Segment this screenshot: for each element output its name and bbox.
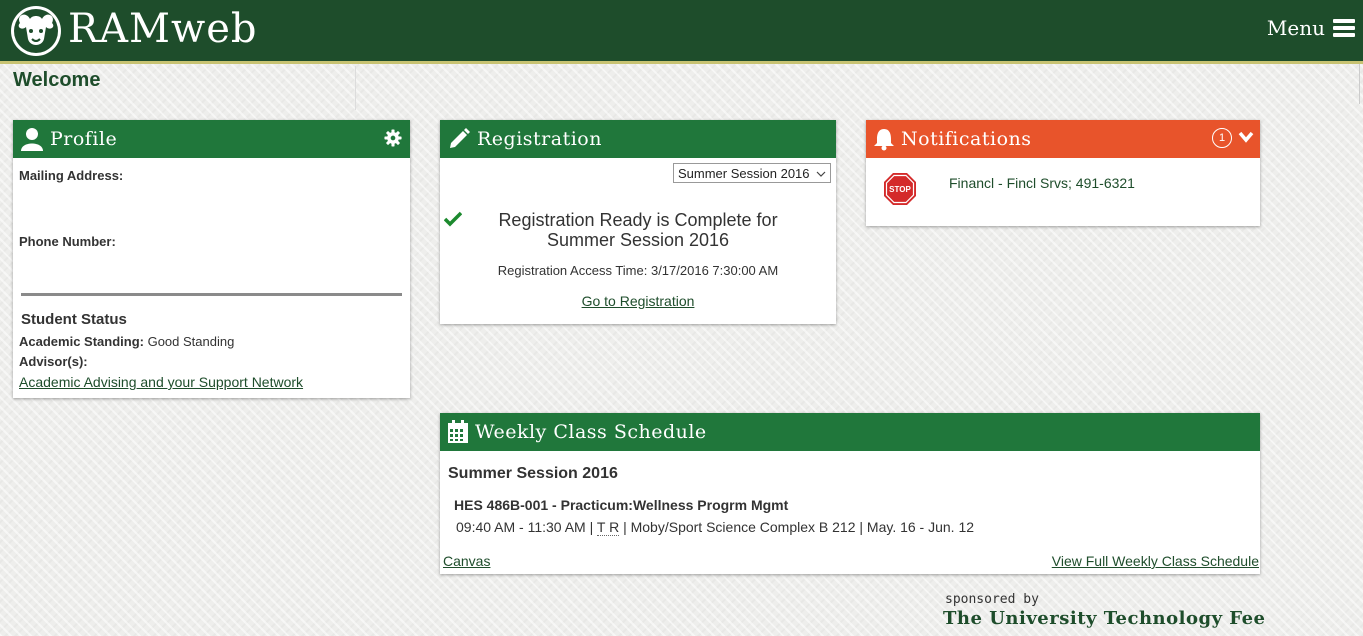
registration-complete-message: Registration Ready is Complete for Summe…: [440, 210, 836, 250]
course-time: 09:40 AM - 11:30 AM |: [456, 519, 594, 535]
svg-text:STOP: STOP: [889, 185, 911, 194]
page-title: Welcome: [13, 69, 101, 91]
term-select-value: Summer Session 2016: [678, 165, 810, 181]
mailing-address-label: Mailing Address:: [19, 168, 124, 183]
menu-label: Menu: [1266, 16, 1325, 40]
chevron-down-icon[interactable]: [1238, 130, 1254, 148]
schedule-term-heading: Summer Session 2016: [448, 465, 618, 482]
course-location-dates: | Moby/Sport Science Complex B 212 | May…: [623, 519, 975, 535]
divider: [21, 293, 402, 296]
registration-card: Registration Summer Session 2016 Registr…: [440, 120, 836, 324]
profile-card-title: Profile: [50, 128, 118, 150]
registration-complete-text: Registration Ready is Complete for Summe…: [498, 210, 778, 250]
term-select[interactable]: Summer Session 2016: [673, 163, 831, 183]
sponsor-name: The University Technology Fee: [943, 608, 1266, 629]
gear-icon[interactable]: [384, 129, 402, 152]
canvas-link[interactable]: Canvas: [443, 553, 490, 569]
bell-icon: [873, 127, 895, 151]
stop-sign-icon: STOP: [883, 172, 917, 211]
academic-standing-row: Academic Standing: Good Standing: [19, 334, 234, 349]
weekly-schedule-card-header: Weekly Class Schedule: [440, 413, 1260, 451]
student-status-heading: Student Status: [21, 311, 127, 328]
divider: [1359, 64, 1360, 104]
menu-button[interactable]: Menu: [1267, 16, 1355, 40]
weekly-schedule-card-title: Weekly Class Schedule: [475, 421, 707, 443]
hamburger-icon: [1333, 19, 1355, 37]
notifications-card-title: Notifications: [901, 128, 1032, 150]
pencil-icon: [447, 127, 471, 151]
divider: [355, 66, 356, 110]
notifications-card: Notifications 1 STOP Financl - Fincl Srv…: [866, 120, 1260, 226]
registration-access-time: Registration Access Time: 3/17/2016 7:30…: [497, 263, 779, 278]
sponsored-by-label: sponsored by: [945, 592, 1039, 607]
chevron-down-icon: [816, 166, 826, 181]
notification-item-text[interactable]: Financl - Fincl Srvs; 491-6321: [949, 175, 1135, 191]
academic-standing-value: Good Standing: [147, 334, 235, 349]
weekly-schedule-card: Weekly Class Schedule Summer Session 201…: [440, 413, 1260, 574]
app-brand-title[interactable]: RAMweb: [68, 6, 257, 52]
profile-card: Profile Mailing Address: Phone Number: S…: [13, 120, 410, 398]
academic-advising-link[interactable]: Academic Advising and your Support Netwo…: [19, 374, 303, 390]
go-to-registration-link[interactable]: Go to Registration: [582, 293, 695, 309]
ram-logo-icon[interactable]: [10, 5, 62, 57]
view-full-schedule-link[interactable]: View Full Weekly Class Schedule: [1052, 553, 1259, 569]
registration-card-header: Registration: [440, 120, 836, 158]
user-icon: [20, 127, 44, 151]
phone-number-label: Phone Number:: [19, 234, 116, 249]
registration-card-title: Registration: [477, 128, 602, 150]
profile-card-header: Profile: [13, 120, 410, 158]
academic-standing-label: Academic Standing:: [19, 334, 144, 349]
notifications-card-header: Notifications 1: [866, 120, 1260, 158]
calendar-icon: [447, 420, 469, 444]
course-title: HES 486B-001 - Practicum:Wellness Progrm…: [454, 497, 789, 513]
notification-count-badge: 1: [1212, 128, 1232, 148]
course-days: T R: [596, 519, 620, 536]
top-header-bar: RAMweb Menu: [0, 0, 1363, 64]
course-detail: 09:40 AM - 11:30 AM | T R | Moby/Sport S…: [456, 519, 975, 536]
advisors-label: Advisor(s):: [19, 354, 88, 369]
